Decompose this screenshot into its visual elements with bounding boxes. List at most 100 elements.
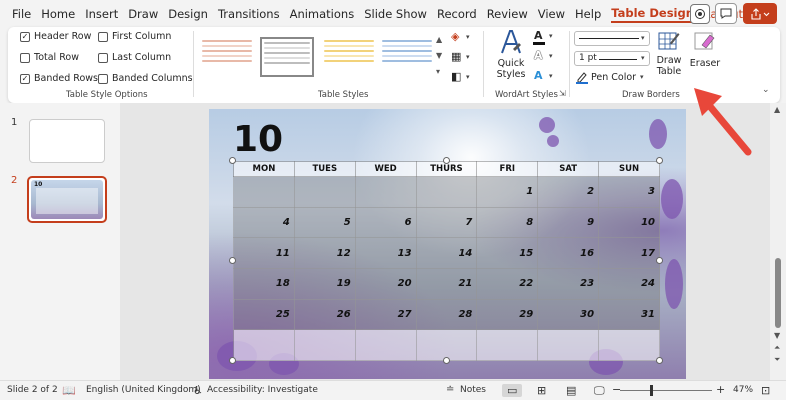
- table-cell[interactable]: 18: [233, 267, 295, 300]
- reading-view-icon[interactable]: ▤: [566, 384, 576, 397]
- table-cell[interactable]: 4: [233, 206, 295, 239]
- option-banded-columns[interactable]: Banded Columns: [98, 73, 193, 84]
- table-cell[interactable]: 10: [598, 206, 660, 239]
- table-cell[interactable]: 20: [354, 267, 417, 300]
- table-style-thumb[interactable]: [200, 37, 254, 77]
- dialog-launcher-icon[interactable]: ⇲: [559, 89, 566, 98]
- resize-handle[interactable]: [443, 357, 450, 364]
- table-cell[interactable]: [476, 329, 539, 361]
- text-outline-icon[interactable]: A: [534, 49, 543, 62]
- table-cell[interactable]: [598, 329, 660, 361]
- fit-to-window-icon[interactable]: ⊡: [761, 384, 770, 397]
- resize-handle[interactable]: [229, 257, 236, 264]
- zoom-slider-knob[interactable]: [650, 385, 653, 396]
- tab-review[interactable]: Review: [487, 7, 528, 21]
- option-banded-rows[interactable]: ✓ Banded Rows: [20, 73, 98, 84]
- accessibility-icon[interactable]: ♿: [193, 384, 203, 397]
- table-header-cell[interactable]: SAT: [537, 161, 600, 177]
- table-header-cell[interactable]: SUN: [598, 161, 660, 177]
- table-cell[interactable]: 11: [233, 237, 295, 269]
- spelling-check-icon[interactable]: 📖: [62, 384, 76, 397]
- normal-view-icon[interactable]: ▭: [502, 384, 523, 397]
- tab-file[interactable]: File: [12, 7, 31, 21]
- table-cell[interactable]: 9: [537, 206, 600, 239]
- table-style-thumb-selected[interactable]: [260, 37, 314, 77]
- pen-color-button[interactable]: Pen Color ▾: [576, 71, 650, 85]
- table-cell[interactable]: 19: [293, 267, 356, 300]
- table-header-cell[interactable]: FRI: [476, 161, 539, 177]
- table-header-cell[interactable]: MON: [233, 161, 295, 177]
- table-cell[interactable]: [233, 329, 295, 361]
- option-last-column[interactable]: Last Column: [98, 52, 171, 63]
- table-cell[interactable]: 23: [537, 267, 600, 300]
- tab-record[interactable]: Record: [437, 7, 477, 21]
- scrollbar-thumb[interactable]: [775, 258, 781, 328]
- gallery-more-icon[interactable]: ▾: [436, 67, 440, 76]
- table-cell[interactable]: [233, 176, 295, 208]
- slide-sorter-icon[interactable]: ⊞: [537, 384, 546, 397]
- table-cell[interactable]: 14: [415, 237, 478, 269]
- collapse-ribbon-icon[interactable]: ⌄: [762, 85, 770, 95]
- table-cell[interactable]: [354, 176, 417, 208]
- option-header-row[interactable]: ✓ Header Row: [20, 31, 91, 42]
- table-cell[interactable]: 6: [354, 206, 417, 239]
- shading-icon[interactable]: ◈: [451, 30, 459, 43]
- table-cell[interactable]: 17: [598, 237, 660, 269]
- table-cell[interactable]: 25: [233, 298, 295, 331]
- table-cell[interactable]: [415, 329, 478, 361]
- tab-home[interactable]: Home: [41, 7, 75, 21]
- slide-thumbnail-2[interactable]: 10: [27, 176, 107, 223]
- table-cell[interactable]: [293, 176, 356, 208]
- table-header-cell[interactable]: WED: [354, 161, 417, 177]
- table-cell[interactable]: 24: [598, 267, 660, 300]
- table-cell[interactable]: 12: [293, 237, 356, 269]
- scroll-down-icon[interactable]: ▼: [774, 331, 780, 340]
- record-button[interactable]: [690, 4, 710, 24]
- table-cell[interactable]: [537, 329, 600, 361]
- table-cell[interactable]: 26: [293, 298, 356, 331]
- table-cell[interactable]: 8: [476, 206, 539, 239]
- slide[interactable]: 10 MON TUES WED THURS FRI SAT SUN 1 2 3 4 5 6 7 8 9 10 1…: [209, 109, 686, 379]
- notes-button[interactable]: Notes: [460, 385, 486, 395]
- tab-animations[interactable]: Animations: [290, 7, 355, 21]
- option-total-row[interactable]: Total Row: [20, 52, 79, 63]
- draw-table-button[interactable]: Draw Table: [652, 29, 686, 85]
- borders-icon[interactable]: ▦: [451, 50, 461, 63]
- table-cell[interactable]: 1: [476, 176, 539, 208]
- effects-icon[interactable]: ◧: [451, 70, 461, 83]
- text-fill-icon[interactable]: A: [534, 29, 543, 42]
- table-cell[interactable]: 7: [415, 206, 478, 239]
- tab-table-design[interactable]: Table Design: [611, 6, 694, 23]
- table-cell[interactable]: 28: [415, 298, 478, 331]
- gallery-scroll-down-icon[interactable]: ▼: [436, 51, 442, 60]
- resize-handle[interactable]: [656, 357, 663, 364]
- resize-handle[interactable]: [443, 157, 450, 164]
- table-style-thumb[interactable]: [322, 37, 376, 77]
- eraser-button[interactable]: Eraser: [688, 29, 722, 85]
- table-cell[interactable]: 21: [415, 267, 478, 300]
- quick-styles-button[interactable]: Quick Styles: [491, 29, 531, 85]
- table-cell[interactable]: 29: [476, 298, 539, 331]
- scroll-up-icon[interactable]: ▲: [774, 105, 780, 114]
- table-cell[interactable]: [354, 329, 417, 361]
- language-indicator[interactable]: English (United Kingdom): [86, 385, 201, 395]
- month-number[interactable]: 10: [233, 119, 283, 160]
- resize-handle[interactable]: [656, 157, 663, 164]
- resize-handle[interactable]: [229, 357, 236, 364]
- comments-button[interactable]: [715, 3, 737, 24]
- previous-slide-icon[interactable]: ⏶: [774, 343, 780, 353]
- tab-insert[interactable]: Insert: [85, 7, 118, 21]
- table-cell[interactable]: [415, 176, 478, 208]
- tab-design[interactable]: Design: [168, 7, 208, 21]
- table-cell[interactable]: 22: [476, 267, 539, 300]
- table-cell[interactable]: 27: [354, 298, 417, 331]
- zoom-slider[interactable]: [620, 390, 712, 391]
- table-cell[interactable]: 30: [537, 298, 600, 331]
- text-effects-icon[interactable]: A: [534, 69, 543, 82]
- slide-thumbnail-1[interactable]: [29, 119, 105, 163]
- table-cell[interactable]: 13: [354, 237, 417, 269]
- pen-weight-dropdown[interactable]: 1 pt ▾: [574, 51, 650, 66]
- resize-handle[interactable]: [229, 157, 236, 164]
- zoom-in-icon[interactable]: +: [716, 383, 725, 396]
- share-button[interactable]: [743, 3, 777, 24]
